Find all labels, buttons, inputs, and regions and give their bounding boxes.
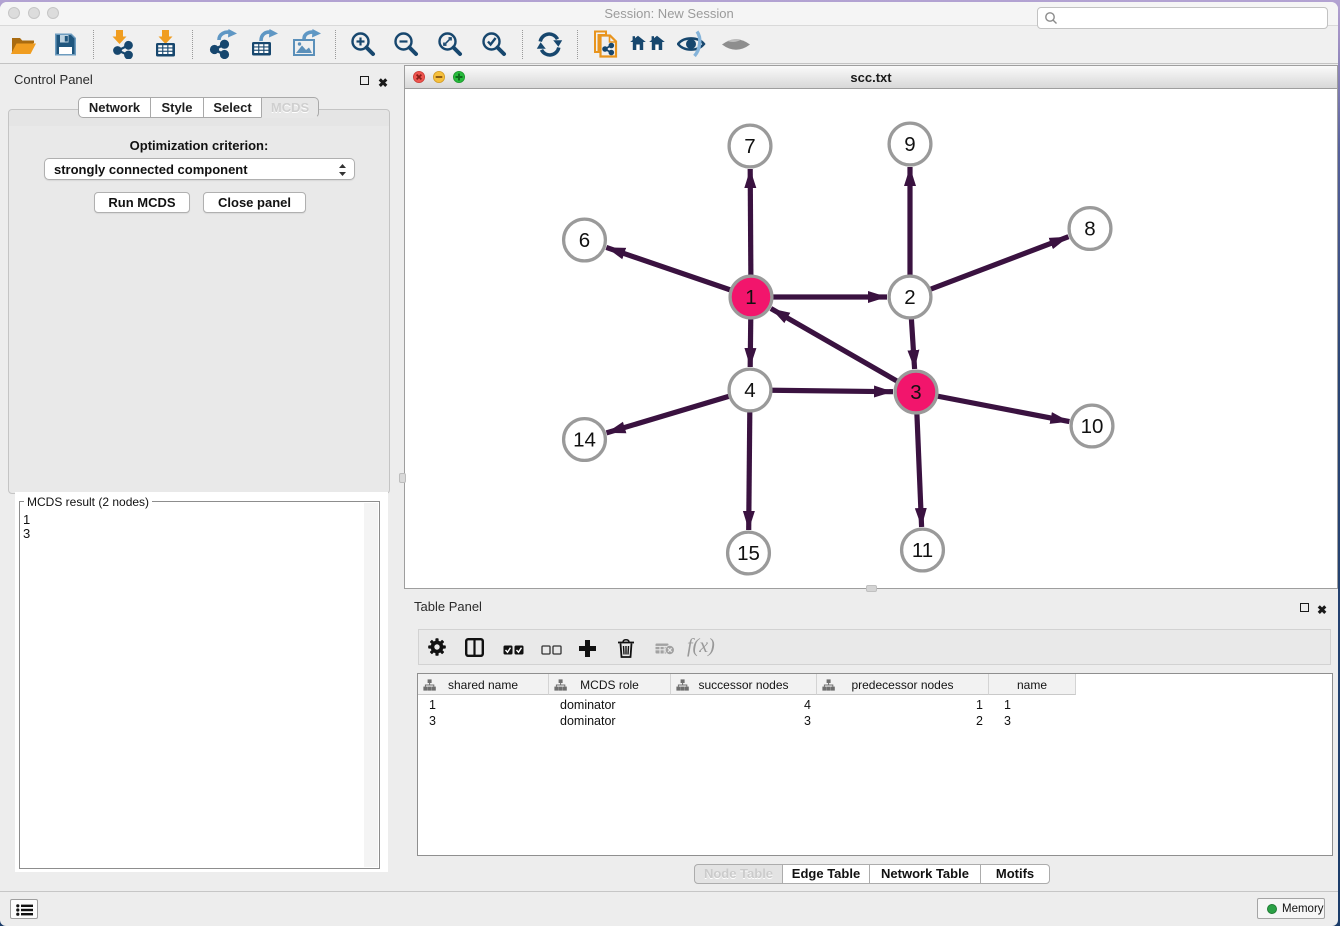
svg-text:10: 10: [1081, 415, 1104, 438]
svg-text:4: 4: [744, 379, 755, 402]
svg-text:3: 3: [910, 381, 921, 404]
svg-text:6: 6: [579, 229, 590, 252]
svg-text:8: 8: [1084, 218, 1095, 241]
svg-text:9: 9: [904, 133, 915, 156]
svg-text:1: 1: [745, 286, 756, 309]
svg-text:2: 2: [904, 286, 915, 309]
svg-text:14: 14: [573, 429, 596, 452]
svg-text:15: 15: [737, 542, 760, 565]
svg-text:11: 11: [912, 539, 933, 562]
svg-text:7: 7: [744, 135, 755, 158]
